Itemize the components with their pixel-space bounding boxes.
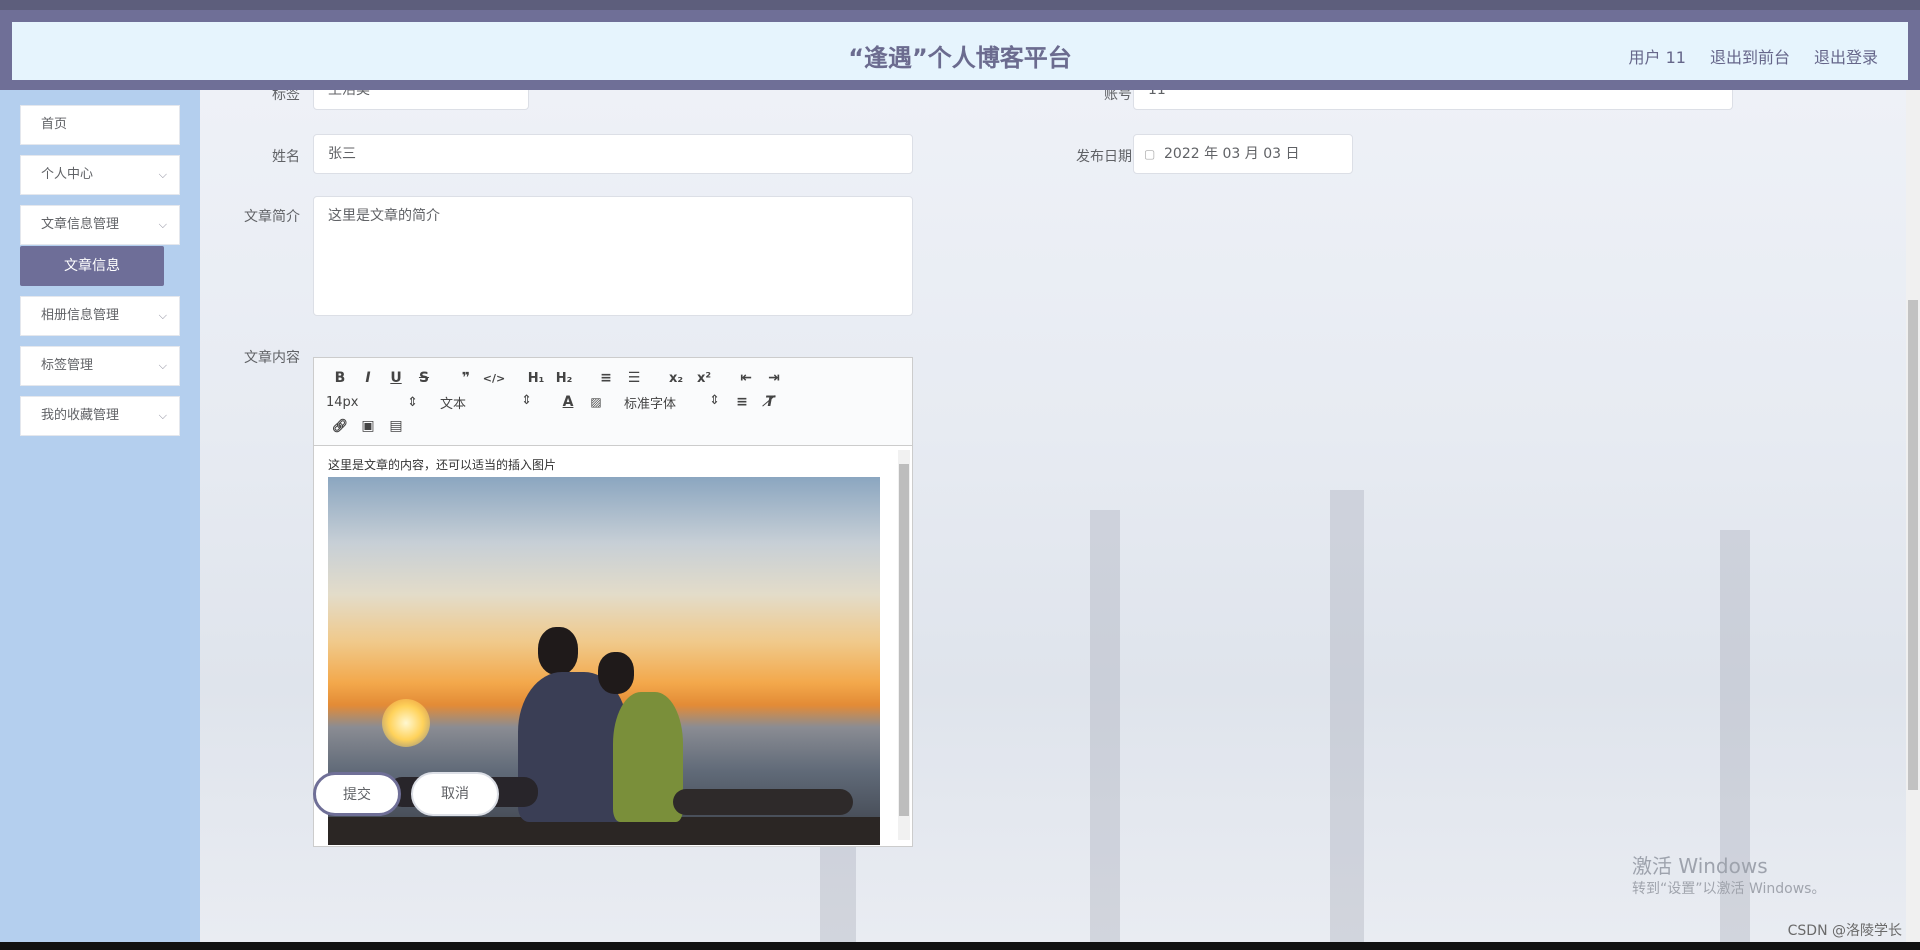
- name-label: 姓名: [272, 149, 300, 165]
- paragraph-select[interactable]: 文本 ⇕: [440, 393, 540, 412]
- sidebar-item-label: 文章信息管理: [41, 217, 120, 232]
- image-icon[interactable]: ▣: [354, 418, 382, 434]
- sidebar-item-label: 我的收藏管理: [41, 408, 120, 423]
- account-field[interactable]: 11: [1133, 90, 1733, 110]
- select-arrows-icon: ⇕: [521, 392, 532, 408]
- account-value: 11: [1148, 90, 1166, 98]
- bottom-strip: [0, 942, 1920, 950]
- font-family-value: 标准字体: [624, 396, 677, 412]
- content-label: 文章内容: [244, 350, 300, 366]
- blockquote-icon[interactable]: ❞: [452, 370, 480, 386]
- font-family-select[interactable]: 标准字体 ⇕: [624, 393, 728, 412]
- italic-icon[interactable]: I: [354, 370, 382, 386]
- sidebar-item-label: 相册信息管理: [41, 308, 120, 323]
- paragraph-value: 文本: [440, 396, 467, 412]
- sidebar-item-label: 标签管理: [41, 358, 94, 373]
- underline-icon[interactable]: U: [382, 370, 410, 386]
- site-title: “逢遇”个人博客平台: [848, 44, 1072, 72]
- superscript-icon[interactable]: x²: [690, 371, 718, 386]
- logout-link[interactable]: 退出登录: [1814, 44, 1878, 68]
- exit-front-link[interactable]: 退出到前台: [1710, 44, 1790, 68]
- sidebar: 首页 个人中心 ⌵ 文章信息管理 ⌵ 文章信息 相册信息管理 ⌵ 标签管理 ⌵ 我的收藏…: [0, 90, 200, 942]
- submit-button[interactable]: 提交: [313, 772, 401, 816]
- sidebar-item-home[interactable]: 首页: [20, 105, 180, 145]
- heading2-icon[interactable]: H₂: [550, 371, 578, 386]
- bold-icon[interactable]: B: [326, 370, 354, 386]
- heading1-icon[interactable]: H₁: [522, 371, 550, 386]
- header-links: 用户 11 退出到前台 退出登录: [1629, 44, 1878, 68]
- person-head-silhouette: [538, 627, 578, 675]
- chevron-down-icon: ⌵: [158, 409, 167, 422]
- sidebar-item-article-management[interactable]: 文章信息管理 ⌵: [20, 205, 180, 245]
- tag-value: 生活类: [328, 90, 370, 98]
- intro-value: 这里是文章的简介: [328, 208, 440, 224]
- person-legs-silhouette: [673, 789, 853, 815]
- name-value: 张三: [328, 146, 356, 162]
- chevron-down-icon: ⌵: [158, 218, 167, 231]
- tag-label: 标签: [272, 90, 300, 103]
- editor-scroll-thumb[interactable]: [899, 464, 909, 816]
- sidebar-item-album-management[interactable]: 相册信息管理 ⌵: [20, 296, 180, 336]
- cancel-button[interactable]: 取消: [411, 772, 499, 816]
- chevron-down-icon: ⌵: [158, 309, 167, 322]
- bullet-list-icon[interactable]: ☰: [620, 370, 648, 386]
- background-color-icon[interactable]: ▨: [582, 395, 610, 409]
- user-link[interactable]: 用户 11: [1629, 44, 1686, 68]
- background-decoration: [1330, 490, 1364, 942]
- editor-scrollbar[interactable]: [898, 450, 910, 840]
- windows-activation-title: 激活 Windows: [1632, 854, 1768, 878]
- sidebar-item-label: 首页: [41, 117, 68, 132]
- font-color-icon[interactable]: A: [554, 394, 582, 410]
- select-arrows-icon: ⇕: [709, 392, 720, 408]
- video-icon[interactable]: ▤: [382, 418, 410, 434]
- top-strip: [0, 0, 1920, 10]
- calendar-icon: ▢: [1144, 147, 1156, 161]
- publish-date-label: 发布日期: [1076, 149, 1132, 165]
- page-scroll-thumb[interactable]: [1908, 300, 1918, 790]
- name-field[interactable]: 张三: [313, 134, 913, 174]
- windows-activation-subtitle: 转到“设置”以激活 Windows。: [1632, 881, 1826, 897]
- csdn-watermark: CSDN @洛陵学长: [1787, 923, 1902, 939]
- editor-content[interactable]: 这里是文章的内容，还可以适当的插入图片: [314, 446, 912, 846]
- chevron-down-icon: ⌵: [158, 168, 167, 181]
- editor-toolbar: B I U S ❞ </> H₁ H₂ ≡ ☰ x₂ x² ⇤ ⇥ 14px ⇕ …: [314, 358, 912, 446]
- chevron-down-icon: ⌵: [158, 359, 167, 372]
- ordered-list-icon[interactable]: ≡: [592, 370, 620, 386]
- subscript-icon[interactable]: x₂: [662, 371, 690, 386]
- sidebar-item-personal-center[interactable]: 个人中心 ⌵: [20, 155, 180, 195]
- editor-content-text: 这里是文章的内容，还可以适当的插入图片: [328, 458, 557, 472]
- strikethrough-icon[interactable]: S: [410, 370, 438, 386]
- sidebar-subitem-article-info[interactable]: 文章信息: [20, 246, 164, 286]
- font-size-value: 14px: [326, 394, 359, 410]
- rich-text-editor[interactable]: B I U S ❞ </> H₁ H₂ ≡ ☰ x₂ x² ⇤ ⇥ 14px ⇕ …: [313, 357, 913, 847]
- sidebar-item-favorites-management[interactable]: 我的收藏管理 ⌵: [20, 396, 180, 436]
- publish-date-value: 2022 年 03 月 03 日: [1164, 146, 1300, 162]
- intro-textarea[interactable]: 这里是文章的简介: [313, 196, 913, 316]
- page-scrollbar[interactable]: [1906, 90, 1920, 942]
- header: “逢遇”个人博客平台 用户 11 退出到前台 退出登录: [8, 18, 1912, 84]
- intro-label: 文章简介: [244, 209, 300, 225]
- sidebar-item-label: 个人中心: [41, 167, 94, 182]
- font-size-select[interactable]: 14px ⇕: [326, 395, 426, 410]
- clear-format-icon[interactable]: T̸: [756, 394, 784, 410]
- background-decoration: [1090, 510, 1120, 942]
- sun-glow: [382, 699, 430, 747]
- tag-select[interactable]: 生活类: [313, 90, 529, 110]
- select-arrows-icon: ⇕: [407, 394, 418, 410]
- align-icon[interactable]: ≡: [728, 394, 756, 410]
- code-block-icon[interactable]: </>: [480, 372, 508, 385]
- sidebar-item-tag-management[interactable]: 标签管理 ⌵: [20, 346, 180, 386]
- person-head-silhouette: [598, 652, 634, 694]
- indent-icon[interactable]: ⇥: [760, 370, 788, 386]
- outdent-icon[interactable]: ⇤: [732, 370, 760, 386]
- publish-date-field[interactable]: ▢ 2022 年 03 月 03 日: [1133, 134, 1353, 174]
- link-icon[interactable]: 🔗︎: [326, 419, 354, 434]
- account-label: 账号: [1104, 90, 1132, 103]
